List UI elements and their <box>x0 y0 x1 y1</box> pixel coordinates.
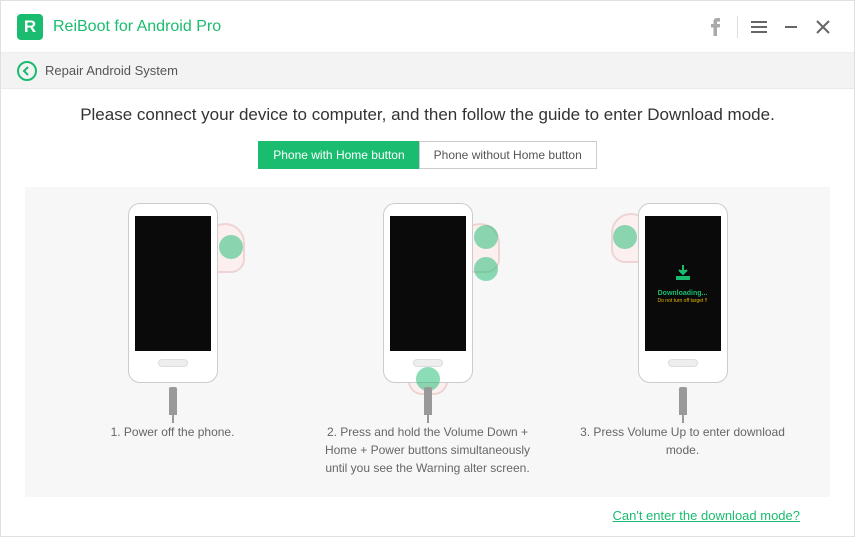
menu-icon[interactable] <box>744 12 774 42</box>
tab-without-home[interactable]: Phone without Home button <box>419 141 597 169</box>
phone-icon <box>383 203 473 383</box>
press-indicator-icon <box>474 257 498 281</box>
phone-screen-downloading: Downloading... Do not turn off target !! <box>645 216 721 351</box>
breadcrumb-label: Repair Android System <box>45 63 178 78</box>
cable-icon <box>679 387 687 415</box>
minimize-icon[interactable] <box>776 12 806 42</box>
step-3-caption: 3. Press Volume Up to enter download mod… <box>573 423 793 459</box>
illustration-hold-buttons <box>368 203 488 413</box>
divider <box>737 16 738 38</box>
app-title: ReiBoot for Android Pro <box>53 18 221 36</box>
tab-with-home[interactable]: Phone with Home button <box>258 141 418 169</box>
footer: Can't enter the download mode? <box>25 497 830 525</box>
home-button-icon <box>668 359 698 367</box>
step-2: 2. Press and hold the Volume Down + Home… <box>310 203 545 477</box>
cant-enter-link[interactable]: Can't enter the download mode? <box>613 508 801 523</box>
cable-icon <box>169 387 177 415</box>
phone-screen-off <box>135 216 211 351</box>
instruction-text: Please connect your device to computer, … <box>25 105 830 125</box>
home-button-icon <box>413 359 443 367</box>
phone-screen-off <box>390 216 466 351</box>
illustration-power-off <box>113 203 233 413</box>
illustration-volume-up: Downloading... Do not turn off target !! <box>623 203 743 413</box>
breadcrumb: Repair Android System <box>1 53 854 89</box>
press-indicator-icon <box>219 235 243 259</box>
downloading-warning: Do not turn off target !! <box>658 298 708 304</box>
home-button-icon <box>158 359 188 367</box>
facebook-icon[interactable] <box>701 12 731 42</box>
titlebar: R ReiBoot for Android Pro <box>1 1 854 53</box>
step-2-caption: 2. Press and hold the Volume Down + Home… <box>318 423 538 477</box>
phone-icon: Downloading... Do not turn off target !! <box>638 203 728 383</box>
cable-icon <box>424 387 432 415</box>
step-1: 1. Power off the phone. <box>55 203 290 477</box>
step-1-caption: 1. Power off the phone. <box>111 423 235 441</box>
press-indicator-icon <box>474 225 498 249</box>
window-controls <box>701 12 838 42</box>
step-3: Downloading... Do not turn off target !!… <box>565 203 800 477</box>
press-indicator-icon <box>613 225 637 249</box>
close-icon[interactable] <box>808 12 838 42</box>
app-logo: R <box>17 14 43 40</box>
brand: R ReiBoot for Android Pro <box>17 14 221 40</box>
main-content: Please connect your device to computer, … <box>1 89 854 535</box>
downloading-label: Downloading... <box>658 290 708 297</box>
phone-icon <box>128 203 218 383</box>
steps-container: 1. Power off the phone. 2. Press and hol… <box>25 187 830 497</box>
download-arrow-icon <box>674 263 692 286</box>
back-button[interactable] <box>17 61 37 81</box>
tabs: Phone with Home button Phone without Hom… <box>25 141 830 169</box>
